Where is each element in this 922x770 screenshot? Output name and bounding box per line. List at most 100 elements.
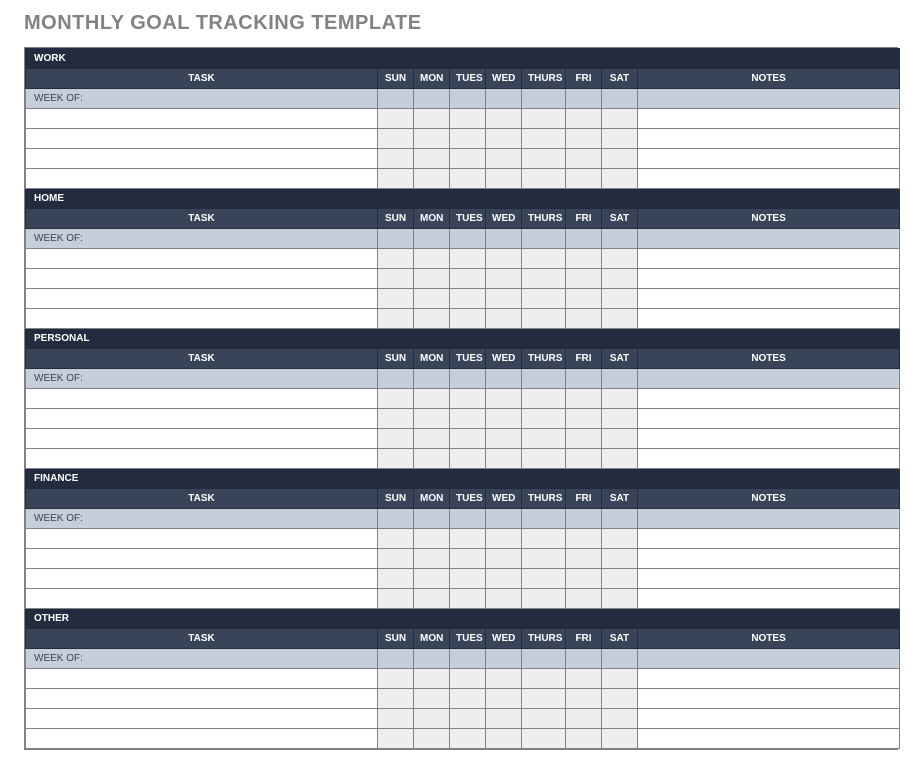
notes-cell[interactable]	[638, 449, 900, 469]
week-of-notes-cell[interactable]	[638, 649, 900, 669]
day-cell[interactable]	[602, 689, 638, 709]
task-cell[interactable]	[26, 249, 378, 269]
week-of-day-cell[interactable]	[486, 509, 522, 529]
week-of-day-cell[interactable]	[378, 649, 414, 669]
day-cell[interactable]	[566, 289, 602, 309]
week-of-notes-cell[interactable]	[638, 509, 900, 529]
task-cell[interactable]	[26, 429, 378, 449]
day-cell[interactable]	[522, 309, 566, 329]
day-cell[interactable]	[486, 249, 522, 269]
notes-cell[interactable]	[638, 669, 900, 689]
day-cell[interactable]	[602, 409, 638, 429]
week-of-day-cell[interactable]	[486, 89, 522, 109]
day-cell[interactable]	[486, 149, 522, 169]
day-cell[interactable]	[378, 269, 414, 289]
day-cell[interactable]	[566, 589, 602, 609]
day-cell[interactable]	[602, 549, 638, 569]
task-cell[interactable]	[26, 149, 378, 169]
notes-cell[interactable]	[638, 169, 900, 189]
notes-cell[interactable]	[638, 129, 900, 149]
day-cell[interactable]	[414, 169, 450, 189]
week-of-day-cell[interactable]	[602, 369, 638, 389]
day-cell[interactable]	[602, 269, 638, 289]
week-of-day-cell[interactable]	[602, 649, 638, 669]
day-cell[interactable]	[486, 109, 522, 129]
day-cell[interactable]	[486, 549, 522, 569]
day-cell[interactable]	[450, 149, 486, 169]
day-cell[interactable]	[450, 309, 486, 329]
task-cell[interactable]	[26, 589, 378, 609]
day-cell[interactable]	[414, 529, 450, 549]
day-cell[interactable]	[450, 449, 486, 469]
day-cell[interactable]	[522, 729, 566, 749]
day-cell[interactable]	[378, 409, 414, 429]
week-of-day-cell[interactable]	[566, 649, 602, 669]
day-cell[interactable]	[602, 129, 638, 149]
week-of-day-cell[interactable]	[378, 369, 414, 389]
day-cell[interactable]	[486, 169, 522, 189]
day-cell[interactable]	[486, 449, 522, 469]
day-cell[interactable]	[450, 409, 486, 429]
week-of-day-cell[interactable]	[522, 369, 566, 389]
day-cell[interactable]	[378, 529, 414, 549]
day-cell[interactable]	[378, 249, 414, 269]
day-cell[interactable]	[414, 249, 450, 269]
day-cell[interactable]	[414, 409, 450, 429]
day-cell[interactable]	[378, 289, 414, 309]
day-cell[interactable]	[602, 309, 638, 329]
day-cell[interactable]	[566, 409, 602, 429]
week-of-day-cell[interactable]	[450, 369, 486, 389]
week-of-day-cell[interactable]	[414, 89, 450, 109]
notes-cell[interactable]	[638, 709, 900, 729]
task-cell[interactable]	[26, 409, 378, 429]
day-cell[interactable]	[486, 669, 522, 689]
day-cell[interactable]	[566, 129, 602, 149]
day-cell[interactable]	[378, 709, 414, 729]
notes-cell[interactable]	[638, 109, 900, 129]
day-cell[interactable]	[450, 269, 486, 289]
day-cell[interactable]	[522, 549, 566, 569]
day-cell[interactable]	[378, 389, 414, 409]
week-of-day-cell[interactable]	[414, 229, 450, 249]
task-cell[interactable]	[26, 289, 378, 309]
week-of-notes-cell[interactable]	[638, 229, 900, 249]
day-cell[interactable]	[450, 429, 486, 449]
day-cell[interactable]	[566, 109, 602, 129]
day-cell[interactable]	[486, 709, 522, 729]
day-cell[interactable]	[566, 429, 602, 449]
task-cell[interactable]	[26, 529, 378, 549]
day-cell[interactable]	[414, 269, 450, 289]
notes-cell[interactable]	[638, 149, 900, 169]
day-cell[interactable]	[414, 109, 450, 129]
task-cell[interactable]	[26, 449, 378, 469]
day-cell[interactable]	[522, 149, 566, 169]
day-cell[interactable]	[378, 589, 414, 609]
day-cell[interactable]	[486, 589, 522, 609]
task-cell[interactable]	[26, 689, 378, 709]
week-of-day-cell[interactable]	[486, 369, 522, 389]
day-cell[interactable]	[414, 549, 450, 569]
day-cell[interactable]	[522, 449, 566, 469]
day-cell[interactable]	[486, 289, 522, 309]
week-of-day-cell[interactable]	[486, 649, 522, 669]
day-cell[interactable]	[602, 389, 638, 409]
day-cell[interactable]	[486, 409, 522, 429]
week-of-day-cell[interactable]	[378, 509, 414, 529]
day-cell[interactable]	[602, 249, 638, 269]
day-cell[interactable]	[450, 249, 486, 269]
day-cell[interactable]	[522, 109, 566, 129]
day-cell[interactable]	[378, 309, 414, 329]
day-cell[interactable]	[378, 549, 414, 569]
day-cell[interactable]	[602, 729, 638, 749]
week-of-day-cell[interactable]	[566, 229, 602, 249]
day-cell[interactable]	[566, 169, 602, 189]
day-cell[interactable]	[414, 729, 450, 749]
day-cell[interactable]	[566, 569, 602, 589]
day-cell[interactable]	[486, 569, 522, 589]
day-cell[interactable]	[450, 729, 486, 749]
week-of-day-cell[interactable]	[414, 509, 450, 529]
week-of-day-cell[interactable]	[566, 89, 602, 109]
day-cell[interactable]	[378, 669, 414, 689]
day-cell[interactable]	[486, 389, 522, 409]
day-cell[interactable]	[522, 429, 566, 449]
